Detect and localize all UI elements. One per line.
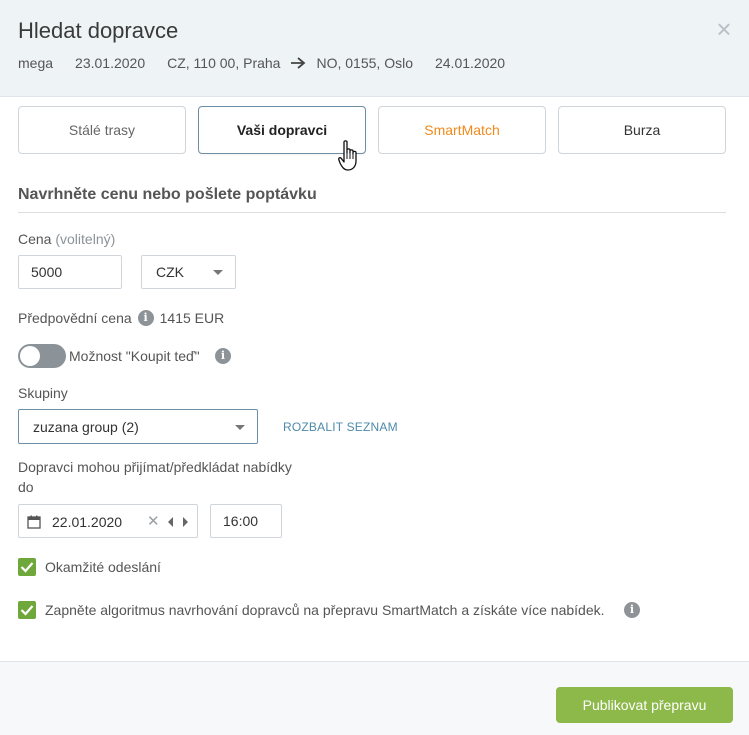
arrow-right-icon	[291, 57, 306, 69]
deadline-date-input[interactable]: 22.01.2020 ✕	[18, 504, 198, 538]
tab-your-carriers[interactable]: Vaši dopravci	[198, 106, 366, 154]
price-optional-hint: (volitelný)	[55, 231, 116, 247]
currency-value: CZK	[156, 264, 184, 280]
clear-icon[interactable]: ✕	[147, 512, 160, 530]
groups-value: zuzana group (2)	[33, 418, 139, 435]
chevron-down-icon	[213, 270, 223, 275]
carrier-source-tabs: Stálé trasy Vaši dopravci SmartMatch Bur…	[18, 106, 726, 154]
price-label-text: Cena	[18, 231, 52, 247]
price-input[interactable]: 5000	[18, 255, 122, 289]
dialog-header: Hledat dopravce × mega 23.01.2020 CZ, 11…	[0, 0, 749, 97]
smartmatch-checkbox[interactable]	[18, 601, 36, 619]
toggle-knob	[20, 346, 40, 366]
route-origin: CZ, 110 00, Praha	[167, 55, 281, 71]
chevron-down-icon	[235, 425, 245, 430]
info-icon[interactable]: i	[624, 602, 640, 618]
section-divider	[18, 212, 726, 213]
instant-send-checkbox[interactable]	[18, 558, 36, 576]
buy-now-label: Možnost "Koupit teď"	[69, 348, 200, 364]
dialog-title: Hledat dopravce	[18, 18, 179, 43]
groups-select[interactable]: zuzana group (2)	[18, 409, 258, 444]
next-day-icon[interactable]	[183, 517, 188, 527]
previous-day-icon[interactable]	[168, 517, 173, 527]
tab-exchange[interactable]: Burza	[558, 106, 726, 154]
deadline-label-line1: Dopravci mohou přijímat/předkládat nabíd…	[18, 459, 292, 475]
calendar-icon	[27, 515, 41, 529]
price-label: Cena (volitelný)	[18, 231, 115, 247]
deadline-time-input[interactable]: 16:00	[210, 504, 282, 538]
check-icon	[20, 562, 34, 573]
forecast-price: Předpovědní cena i 1415 EUR	[18, 310, 224, 326]
instant-send-label: Okamžité odeslání	[45, 559, 161, 575]
section-title: Navrhněte cenu nebo pošlete poptávku	[18, 186, 317, 203]
expand-list-link[interactable]: ROZBALIT SEZNAM	[283, 420, 398, 434]
tab-smartmatch[interactable]: SmartMatch	[378, 106, 546, 154]
route-company: mega	[18, 55, 54, 71]
info-icon[interactable]: i	[215, 348, 231, 364]
route-summary: mega 23.01.2020 CZ, 110 00, Praha NO, 01…	[18, 55, 527, 71]
currency-select[interactable]: CZK	[141, 255, 236, 289]
deadline-label-line2: do	[18, 479, 34, 495]
close-icon[interactable]: ×	[713, 16, 735, 42]
info-icon[interactable]: i	[137, 310, 154, 326]
tab-permanent-routes[interactable]: Stálé trasy	[18, 106, 186, 154]
forecast-label: Předpovědní cena	[18, 310, 132, 326]
check-icon	[20, 605, 34, 616]
smartmatch-label: Zapněte algoritmus navrhování dopravců n…	[45, 602, 605, 618]
publish-shipment-button[interactable]: Publikovat přepravu	[556, 687, 733, 723]
route-date-to: 24.01.2020	[434, 55, 506, 71]
route-date-from: 23.01.2020	[75, 55, 146, 71]
buy-now-toggle[interactable]	[18, 344, 66, 368]
dialog-footer: Publikovat přepravu	[0, 661, 749, 735]
forecast-value: 1415 EUR	[159, 310, 225, 326]
groups-label: Skupiny	[18, 385, 68, 401]
deadline-date-value: 22.01.2020	[52, 514, 123, 530]
route-destination: NO, 0155, Oslo	[316, 55, 413, 71]
